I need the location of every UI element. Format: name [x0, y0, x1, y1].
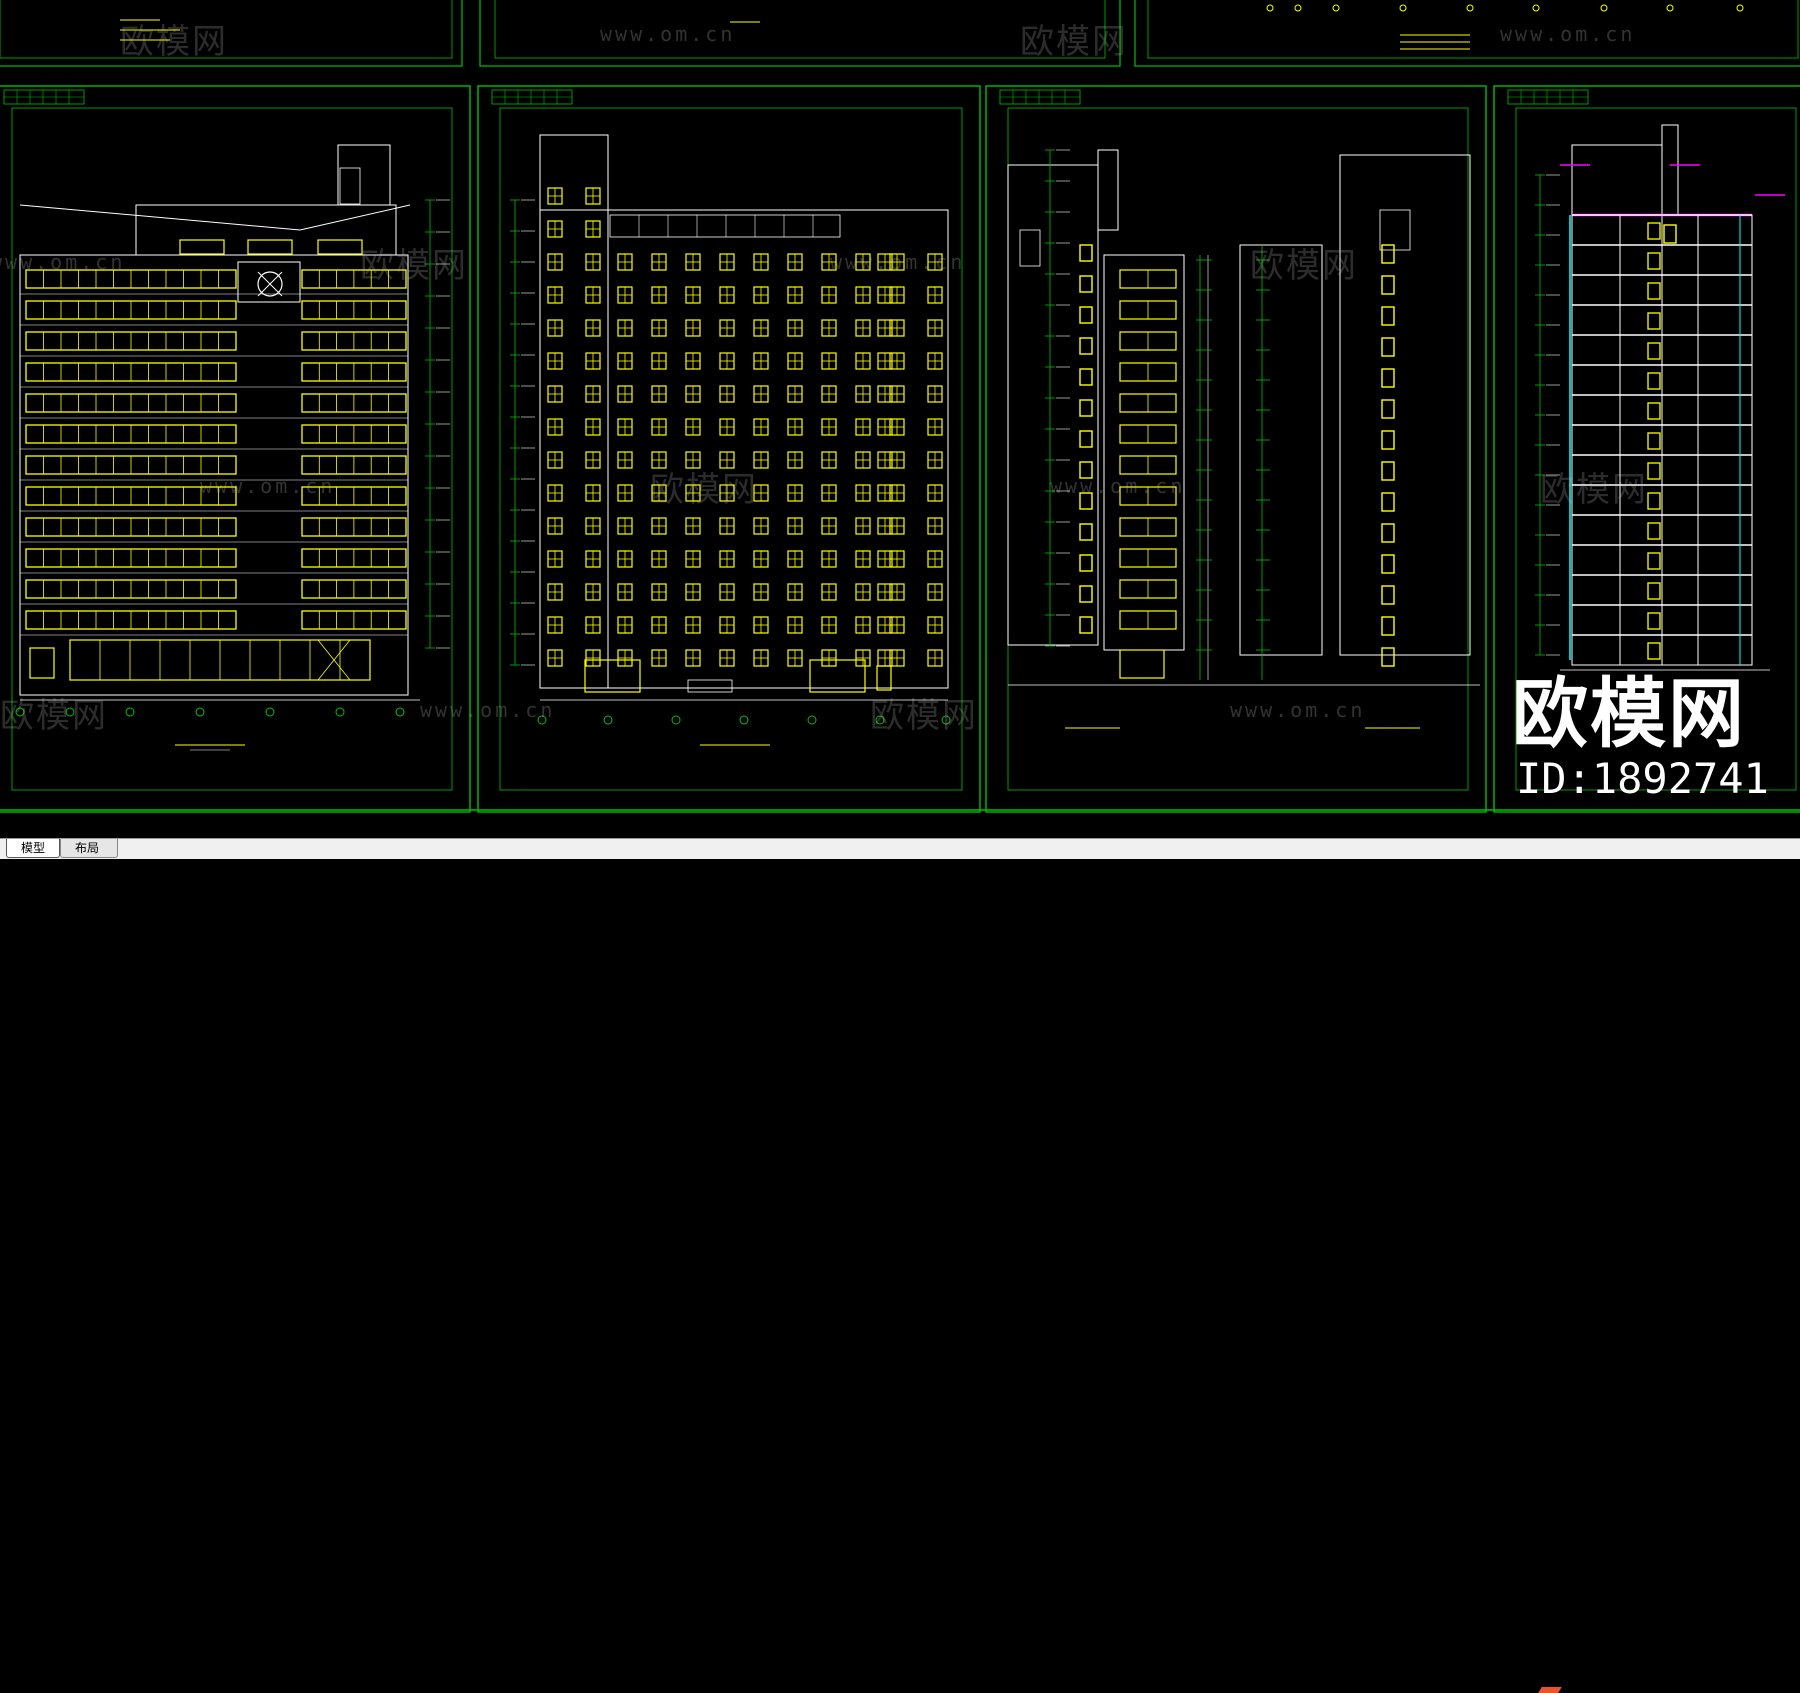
watermark-big-brand: 欧模网 — [1512, 669, 1746, 758]
tab-layout1[interactable]: 布局1 — [60, 839, 118, 873]
layout-tab-bar: 模型 布局1 — [0, 838, 1800, 1693]
elevation-drawings — [15, 4, 1785, 751]
tab-model[interactable]: 模型 — [6, 839, 60, 858]
watermark-id: ID:1892741 — [1516, 754, 1769, 803]
status-marker — [1538, 1687, 1562, 1693]
cad-model-viewport[interactable]: 欧模网 www.om.cn 欧模网 www.om.cn www.om.cn 欧模… — [0, 0, 1800, 838]
